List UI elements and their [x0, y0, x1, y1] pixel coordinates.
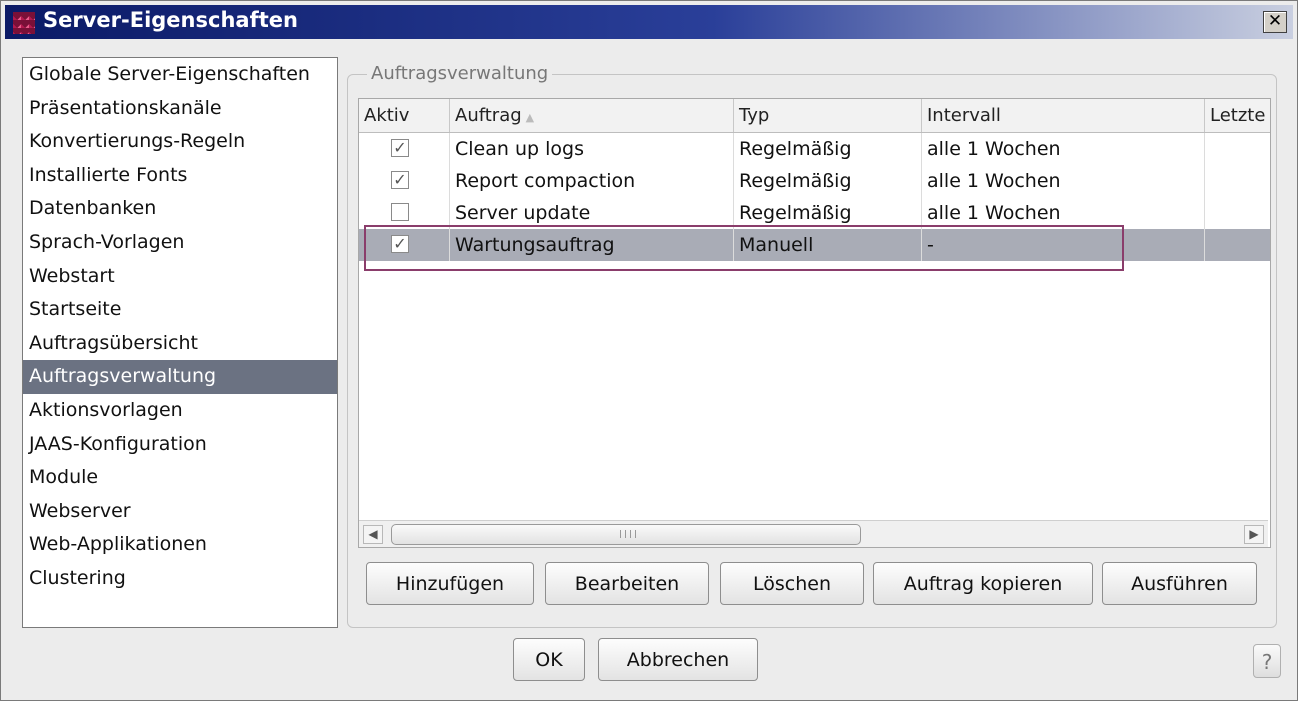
help-icon[interactable]: ? [1253, 644, 1281, 678]
sidebar-item[interactable]: Module [23, 461, 337, 495]
sidebar-item[interactable]: Auftragsverwaltung [23, 360, 337, 394]
job-type-cell: Regelmäßig [734, 133, 922, 165]
sidebar-item[interactable]: Konvertierungs-Regeln [23, 125, 337, 159]
add-button[interactable]: Hinzufügen [366, 562, 534, 605]
table-row[interactable]: ✓ Clean up logs Regelmäßig alle 1 Wochen [359, 133, 1270, 165]
job-type-cell: Manuell [734, 229, 922, 261]
job-name-cell: Report compaction [450, 165, 734, 197]
horizontal-scrollbar[interactable]: ◀ ▶ [359, 520, 1268, 547]
job-name-cell: Wartungsauftrag [450, 229, 734, 261]
active-checkbox[interactable]: ✓ [391, 171, 409, 189]
active-checkbox[interactable] [391, 203, 409, 221]
sidebar-item[interactable]: Sprach-Vorlagen [23, 226, 337, 260]
sidebar-item[interactable]: Startseite [23, 293, 337, 327]
column-header-letzte[interactable]: Letzte [1205, 99, 1270, 132]
scrollbar-thumb[interactable] [391, 524, 861, 545]
column-header-intervall[interactable]: Intervall [922, 99, 1205, 132]
sort-ascending-icon: ▲ [525, 111, 535, 124]
title-bar[interactable]: Server-Eigenschaften ✕ [5, 5, 1293, 39]
table-row[interactable]: Server update Regelmäßig alle 1 Wochen [359, 197, 1270, 229]
job-interval-cell: alle 1 Wochen [922, 133, 1205, 165]
sidebar-item[interactable]: Installierte Fonts [23, 159, 337, 193]
active-cell: ✓ [359, 229, 450, 261]
job-last-cell [1205, 229, 1270, 261]
job-last-cell [1205, 197, 1270, 229]
table-row[interactable]: ✓ Wartungsauftrag Manuell - [359, 229, 1270, 261]
active-checkbox[interactable]: ✓ [391, 235, 409, 253]
sidebar-item[interactable]: Aktionsvorlagen [23, 394, 337, 428]
sidebar-item[interactable]: Web-Applikationen [23, 528, 337, 562]
job-name-cell: Server update [450, 197, 734, 229]
column-header-typ[interactable]: Typ [734, 99, 922, 132]
column-header-auftrag-label: Auftrag [455, 105, 522, 126]
job-interval-cell: alle 1 Wochen [922, 165, 1205, 197]
job-name-cell: Clean up logs [450, 133, 734, 165]
active-cell: ✓ [359, 133, 450, 165]
window-title: Server-Eigenschaften [43, 8, 298, 32]
active-cell: ✓ [359, 165, 450, 197]
delete-button[interactable]: Löschen [720, 562, 864, 605]
sidebar-item[interactable]: Globale Server-Eigenschaften [23, 58, 337, 92]
table-header: Aktiv Auftrag ▲ Typ Intervall Letzte [359, 99, 1270, 133]
app-icon [13, 12, 35, 34]
server-properties-dialog: Server-Eigenschaften ✕ Globale Server-Ei… [0, 0, 1298, 701]
cancel-button[interactable]: Abbrechen [598, 638, 758, 681]
job-type-cell: Regelmäßig [734, 197, 922, 229]
sidebar-item[interactable]: JAAS-Konfiguration [23, 428, 337, 462]
copy-job-button[interactable]: Auftrag kopieren [873, 562, 1093, 605]
sidebar-item[interactable]: Auftragsübersicht [23, 327, 337, 361]
group-title: Auftragsverwaltung [367, 63, 553, 84]
active-checkbox[interactable]: ✓ [391, 139, 409, 157]
sidebar-item[interactable]: Webserver [23, 495, 337, 529]
settings-nav-list: Globale Server-Eigenschaften Präsentation… [22, 57, 338, 628]
active-cell [359, 197, 450, 229]
job-last-cell [1205, 133, 1270, 165]
grip-icon [620, 530, 636, 538]
close-icon[interactable]: ✕ [1263, 11, 1287, 33]
run-button[interactable]: Ausführen [1102, 562, 1257, 605]
sidebar-item[interactable]: Datenbanken [23, 192, 337, 226]
table-row[interactable]: ✓ Report compaction Regelmäßig alle 1 Woche… [359, 165, 1270, 197]
sidebar-item[interactable]: Clustering [23, 562, 337, 596]
ok-button[interactable]: OK [513, 638, 585, 681]
job-type-cell: Regelmäßig [734, 165, 922, 197]
job-last-cell [1205, 165, 1270, 197]
column-header-aktiv[interactable]: Aktiv [359, 99, 450, 132]
sidebar-item[interactable]: Webstart [23, 260, 337, 294]
column-header-auftrag[interactable]: Auftrag ▲ [450, 99, 734, 132]
job-interval-cell: alle 1 Wochen [922, 197, 1205, 229]
scroll-left-icon[interactable]: ◀ [363, 525, 383, 544]
edit-button[interactable]: Bearbeiten [545, 562, 709, 605]
jobs-table: Aktiv Auftrag ▲ Typ Intervall Letzte ✓ Cle… [358, 98, 1271, 548]
scroll-right-icon[interactable]: ▶ [1244, 525, 1264, 544]
job-interval-cell: - [922, 229, 1205, 261]
sidebar-item[interactable]: Präsentationskanäle [23, 92, 337, 126]
